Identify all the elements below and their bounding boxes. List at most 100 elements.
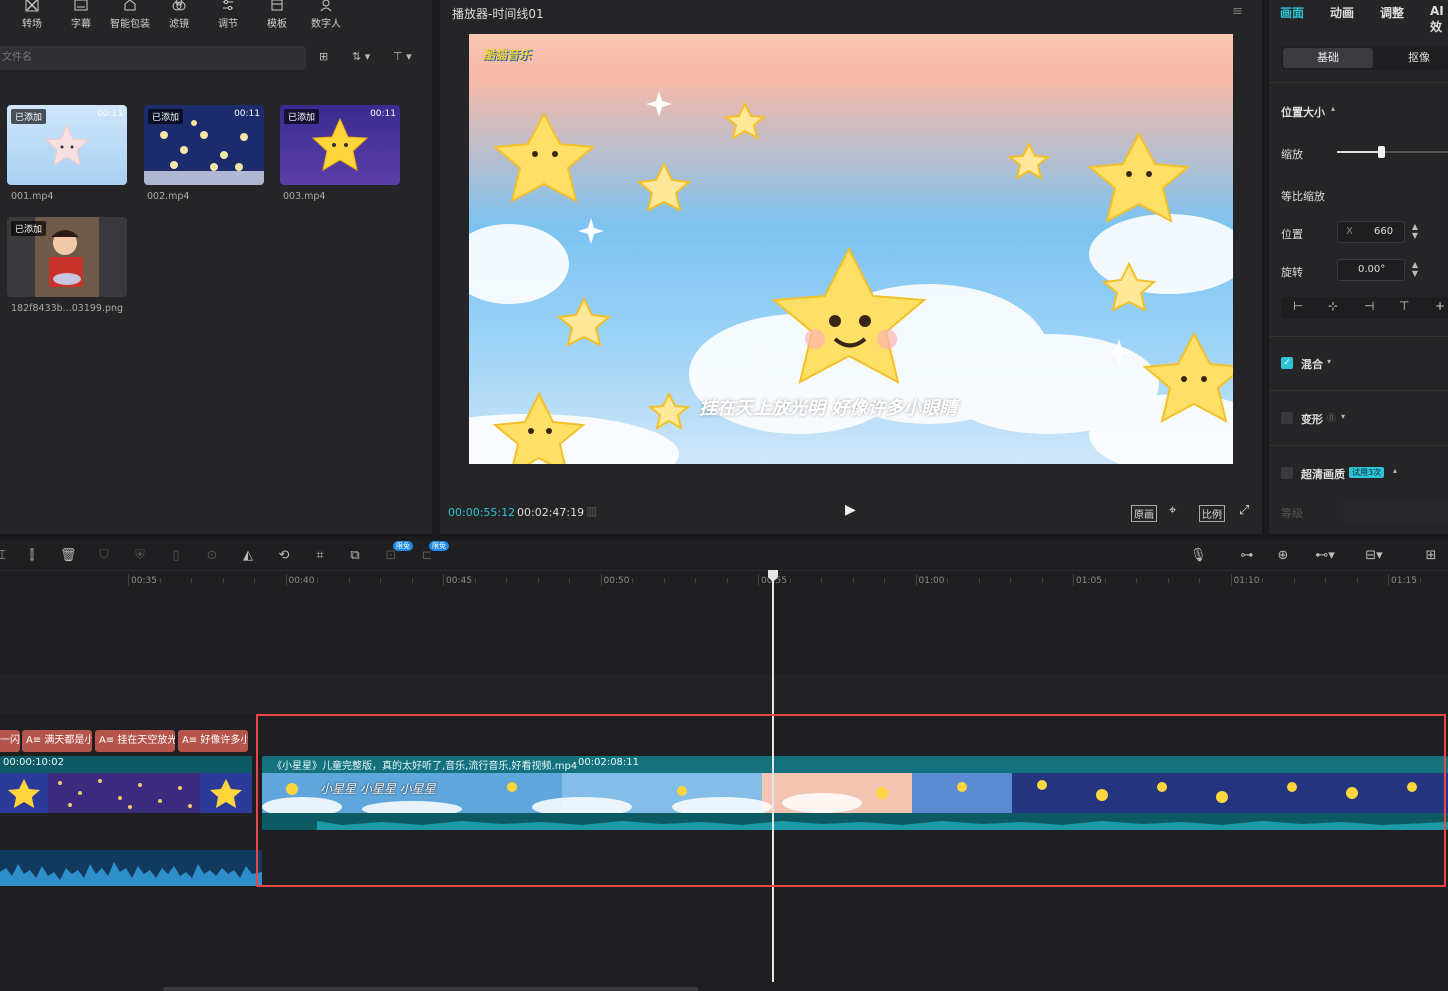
tool-digital-human[interactable]: 数字人 bbox=[302, 0, 350, 34]
text-clip-icon: A≡ bbox=[26, 735, 45, 746]
ruler-minor-tick bbox=[1041, 578, 1043, 583]
ruler-major-tick bbox=[285, 574, 287, 586]
rotation-field[interactable]: 0.00° bbox=[1337, 259, 1405, 281]
original-quality-button[interactable]: 原画 bbox=[1131, 505, 1157, 522]
zoom-fit-icon[interactable]: ⊞ bbox=[1423, 548, 1439, 564]
ruler-major-tick bbox=[915, 574, 917, 586]
search-input[interactable] bbox=[0, 46, 306, 70]
media-card-002[interactable]: 已添加 00:11 bbox=[144, 105, 264, 185]
position-size-heading[interactable]: 位置大小 bbox=[1281, 104, 1325, 120]
tool-smart-package[interactable]: 智能包装 bbox=[106, 0, 154, 34]
tool-adjust[interactable]: 调节 bbox=[204, 0, 252, 34]
collapse-caret-icon[interactable]: ▴ bbox=[1393, 466, 1397, 475]
ruler-label: 01:10 bbox=[1233, 576, 1260, 586]
scale-slider-fill bbox=[1337, 151, 1382, 153]
sort-icon[interactable]: ⇅ ▾ bbox=[352, 50, 370, 66]
tool-filter[interactable]: 滤镜 bbox=[155, 0, 203, 34]
filter-icon bbox=[155, 0, 203, 14]
mirror-icon[interactable]: ◭ bbox=[240, 548, 256, 564]
scale-slider-handle[interactable] bbox=[1378, 146, 1386, 158]
tool-subtitle[interactable]: 字幕 bbox=[57, 0, 105, 34]
expand-caret-icon[interactable]: ▾ bbox=[1341, 412, 1345, 421]
text-clip-icon: A≡ bbox=[182, 735, 201, 746]
playhead-handle[interactable] bbox=[766, 570, 780, 582]
align-middle-icon[interactable]: + bbox=[1435, 299, 1445, 313]
media-filename: 002.mp4 bbox=[147, 191, 190, 202]
blend-checkbox[interactable]: ✓ bbox=[1281, 357, 1293, 369]
reverse-icon[interactable]: ⊙ bbox=[204, 548, 220, 564]
text-clip[interactable]: A≡ 好像许多小 bbox=[178, 730, 248, 752]
screenshot-icon[interactable]: ⌖ bbox=[1169, 503, 1176, 518]
menu-icon[interactable]: ≡ bbox=[1232, 4, 1243, 19]
scale-label: 缩放 bbox=[1281, 148, 1303, 161]
text-clip[interactable]: 一闪 bbox=[0, 730, 20, 752]
view-mode-icon[interactable]: ⊞ bbox=[319, 50, 328, 66]
subtab-matting[interactable]: 抠像 bbox=[1408, 48, 1430, 68]
ruler-minor-tick bbox=[1199, 578, 1200, 583]
preview-axis-dropdown[interactable]: ⊟▾ bbox=[1359, 548, 1389, 564]
play-button[interactable]: ▶ bbox=[845, 502, 856, 518]
ratio-button[interactable]: 比例 bbox=[1199, 505, 1225, 522]
fullscreen-icon[interactable]: ⤢ bbox=[1239, 503, 1249, 518]
media-card-png[interactable]: 已添加 bbox=[7, 217, 127, 297]
tab-adjust[interactable]: 调整 bbox=[1380, 4, 1404, 21]
mark-icon[interactable]: ⛉ bbox=[96, 548, 112, 564]
video-clip[interactable]: 00:00:10:02 bbox=[0, 756, 252, 832]
shield-icon[interactable]: ⛨ bbox=[132, 548, 148, 564]
tab-animation[interactable]: 动画 bbox=[1330, 4, 1354, 21]
ruler-minor-tick bbox=[537, 578, 539, 583]
video-preview[interactable]: 酷猫音乐 挂在天上放光明 好像许多小眼睛 bbox=[469, 34, 1233, 464]
delete-icon[interactable]: 🗑︎ bbox=[60, 548, 77, 564]
ruler-minor-tick bbox=[1325, 578, 1326, 583]
text-clip[interactable]: A≡ 挂在天空放光 bbox=[95, 730, 175, 752]
media-card-001[interactable]: 已添加 00:11 bbox=[7, 105, 127, 185]
media-panel: 转场 字幕 智能包装 滤镜 调节 模板 数字人 ⊞ ⇅ ▾ ⊤ ▾ bbox=[0, 0, 432, 534]
selection-highlight bbox=[256, 714, 1446, 887]
replace-icon[interactable]: ⧉ bbox=[347, 548, 363, 564]
link-icon[interactable]: ⊶ bbox=[1239, 548, 1255, 564]
tool-transition[interactable]: 转场 bbox=[8, 0, 56, 34]
expand-caret-icon[interactable]: ▾ bbox=[1327, 357, 1331, 366]
scale-slider-track[interactable] bbox=[1337, 146, 1448, 158]
ruler-minor-tick bbox=[884, 578, 885, 583]
align-center-icon[interactable]: ⊹ bbox=[1328, 299, 1338, 313]
tab-canvas[interactable]: 画面 bbox=[1280, 4, 1304, 21]
ruler-minor-tick bbox=[1136, 578, 1137, 583]
text-clip-label: 挂在天空放光 bbox=[117, 735, 175, 746]
text-clip-label: 好像许多小 bbox=[200, 735, 248, 746]
freeze-icon[interactable]: ▯ bbox=[168, 548, 184, 564]
align-right-icon[interactable]: ⊣ bbox=[1364, 299, 1374, 313]
crop-icon[interactable]: ⌗ bbox=[312, 548, 328, 564]
split-icon[interactable]: ⫿ bbox=[24, 548, 40, 564]
blend-label[interactable]: 混合 bbox=[1301, 356, 1323, 372]
position-x-field[interactable]: X 660 bbox=[1337, 221, 1405, 243]
align-left-icon[interactable]: ⊢ bbox=[1293, 299, 1303, 313]
hd-label[interactable]: 超清画质 bbox=[1301, 466, 1345, 482]
text-clip[interactable]: A≡ 满天都是小 bbox=[22, 730, 92, 752]
duration-label: 00:11 bbox=[97, 109, 123, 119]
horizontal-scrollbar[interactable] bbox=[163, 987, 698, 991]
position-x-stepper[interactable]: ▲ ▼ bbox=[1409, 222, 1421, 242]
rotation-stepper[interactable]: ▲ ▼ bbox=[1409, 260, 1421, 280]
media-card-003[interactable]: 已添加 00:11 bbox=[280, 105, 400, 185]
microphone-icon[interactable]: 🎙︎ bbox=[1190, 548, 1207, 564]
added-badge: 已添加 bbox=[11, 221, 47, 236]
select-tool-icon[interactable]: ⌶ bbox=[0, 548, 10, 564]
video-subtitle: 挂在天上放光明 好像许多小眼睛 bbox=[699, 398, 958, 419]
timeline-grid-icon[interactable]: ▥ bbox=[586, 504, 597, 518]
tab-ai-effects[interactable]: AI效 bbox=[1430, 4, 1448, 35]
tool-template[interactable]: 模板 bbox=[253, 0, 301, 34]
collapse-caret-icon[interactable]: ▴ bbox=[1331, 104, 1335, 113]
align-top-icon[interactable]: ⊤ bbox=[1399, 299, 1409, 313]
hd-checkbox[interactable] bbox=[1281, 467, 1293, 479]
deform-label[interactable]: 变形 bbox=[1301, 411, 1323, 427]
chain-dropdown[interactable]: ⊷▾ bbox=[1310, 548, 1340, 564]
ruler-minor-tick bbox=[1293, 578, 1295, 583]
tool-label: 字幕 bbox=[71, 19, 91, 30]
subtab-basic[interactable]: 基础 bbox=[1283, 48, 1373, 68]
rotate-icon[interactable]: ⟲ bbox=[276, 548, 292, 564]
snap-icon[interactable]: ⊕ bbox=[1275, 548, 1291, 564]
deform-checkbox[interactable] bbox=[1281, 412, 1293, 424]
filter-list-icon[interactable]: ⊤ ▾ bbox=[393, 50, 412, 66]
help-icon[interactable]: ⓪ bbox=[1327, 411, 1336, 424]
